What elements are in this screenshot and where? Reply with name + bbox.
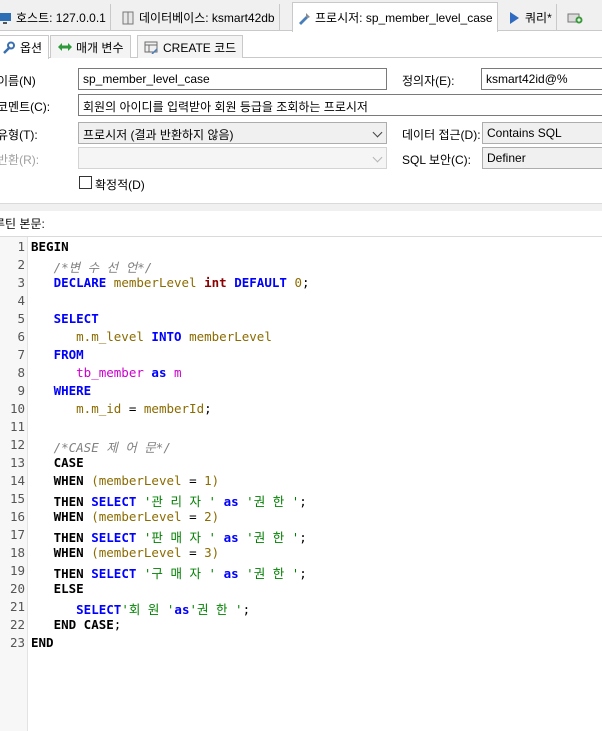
code-line: m.m_id = memberId; [76,401,212,416]
line-number: 2 [17,257,25,272]
return-label: 반환(R): [0,153,40,167]
code-line: /*변 수 선 언*/ [53,260,153,275]
data-access-select[interactable]: Contains SQL [482,122,602,144]
line-number: 5 [17,311,25,326]
procedure-icon [297,11,311,25]
code-line: WHEN (memberLevel = 3) [53,545,220,560]
comment-label: 코멘트(C): [0,100,51,114]
type-label: 유형(T): [0,128,38,142]
name-input[interactable]: sp_member_level_case [78,68,387,90]
line-number: 9 [17,383,25,398]
tab-options-label: 옵션 [20,41,43,55]
code-editor[interactable]: 1 2 3 4 5 6 7 8 9 10 11 12 13 14 15 16 1… [0,236,602,731]
tab-query-label: 쿼리* [525,11,552,25]
line-number: 20 [9,581,25,596]
code-line: m.m_level INTO memberLevel [76,329,272,344]
line-number: 3 [17,275,25,290]
arrows-icon [57,40,72,54]
data-access-select-value: Contains SQL [487,126,562,140]
code-line: THEN SELECT '관 리 자 ' as '권 한 '; [53,494,307,509]
line-number: 22 [9,617,25,632]
code-line: WHERE [53,383,92,398]
tab-parameters[interactable]: 매개 변수 [50,35,131,58]
deterministic-checkbox[interactable] [79,176,92,189]
definer-label: 정의자(E): [402,74,455,88]
sub-tab-bar: 옵션 매개 변수 CREATE 코드 [0,32,602,59]
code-line: THEN SELECT '판 매 자 ' as '권 한 '; [53,530,307,545]
host-icon [0,11,12,25]
line-number: 11 [9,419,25,434]
section-divider [0,203,602,211]
tab-create-code-label: CREATE 코드 [163,40,237,55]
deterministic-label: 확정적(D) [95,178,145,192]
sql-security-label: SQL 보안(C): [402,153,471,167]
line-number: 21 [9,599,25,614]
comment-input[interactable]: 회원의 아이디를 입력받아 회원 등급을 조회하는 프로시저 [78,94,602,116]
line-number: 6 [17,329,25,344]
tab-create-code[interactable]: CREATE 코드 [137,35,244,58]
tab-query[interactable]: 쿼리* [503,4,557,31]
line-number: 17 [9,527,25,542]
line-number: 8 [17,365,25,380]
wrench-icon [1,41,15,55]
sql-security-select-value: Definer [487,151,526,165]
code-line: END CASE; [53,617,122,632]
table-icon [144,40,158,55]
code-line: /*CASE 제 어 문*/ [53,440,171,455]
line-number-gutter: 1 2 3 4 5 6 7 8 9 10 11 12 13 14 15 16 1… [0,237,28,731]
new-tab-icon [567,11,583,25]
line-number: 12 [9,437,25,452]
chevron-down-icon [372,127,383,138]
code-line: SELECT'회 원 'as'권 한 '; [76,602,251,617]
code-line: CASE [53,455,84,470]
tab-procedure-label: 프로시저: sp_member_level_case [315,11,493,25]
code-line: FROM [53,347,84,362]
definer-input[interactable]: ksmart42id@% [481,68,602,90]
data-access-label: 데이터 접근(D): [402,128,481,142]
play-icon [507,11,521,25]
database-icon [121,11,135,25]
type-select[interactable]: 프로시저 (결과 반환하지 않음) [78,122,387,144]
code-line: WHEN (memberLevel = 2) [53,509,220,524]
sql-security-select[interactable]: Definer [482,147,602,169]
line-number: 14 [9,473,25,488]
tab-host[interactable]: 호스트: 127.0.0.1 [0,4,111,31]
tab-parameters-label: 매개 변수 [76,40,124,55]
line-number: 10 [9,401,25,416]
tab-options[interactable]: 옵션 [0,35,50,59]
line-number: 23 [9,635,25,650]
line-number: 19 [9,563,25,578]
code-line: ELSE [53,581,84,596]
code-line: WHEN (memberLevel = 1) [53,473,220,488]
top-tab-bar: 호스트: 127.0.0.1 데이터베이스: ksmart42db 프로시저: … [0,0,602,32]
code-line: END [31,635,54,650]
chevron-down-icon [372,152,383,163]
line-number: 4 [17,293,25,308]
code-line: DECLARE memberLevel int DEFAULT 0; [53,275,310,290]
name-label: 이름(N) [0,74,36,88]
code-line: tb_member as m [76,365,182,380]
line-number: 7 [17,347,25,362]
tab-procedure[interactable]: 프로시저: sp_member_level_case [292,2,498,32]
line-number: 16 [9,509,25,524]
line-number: 13 [9,455,25,470]
code-line: BEGIN [31,239,69,254]
code-line: THEN SELECT '구 매 자 ' as '권 한 '; [53,566,307,581]
line-number: 1 [17,239,25,254]
new-tab-button[interactable] [563,4,585,31]
tab-database-label: 데이터베이스: ksmart42db [139,11,275,25]
return-select [78,147,387,169]
type-select-value: 프로시저 (결과 반환하지 않음) [83,128,234,142]
code-line: SELECT [53,311,99,326]
line-number: 15 [9,491,25,506]
tab-host-label: 호스트: 127.0.0.1 [16,11,106,25]
routine-body-label: 루틴 본문: [0,217,45,231]
line-number: 18 [9,545,25,560]
tab-database[interactable]: 데이터베이스: ksmart42db [117,4,280,31]
